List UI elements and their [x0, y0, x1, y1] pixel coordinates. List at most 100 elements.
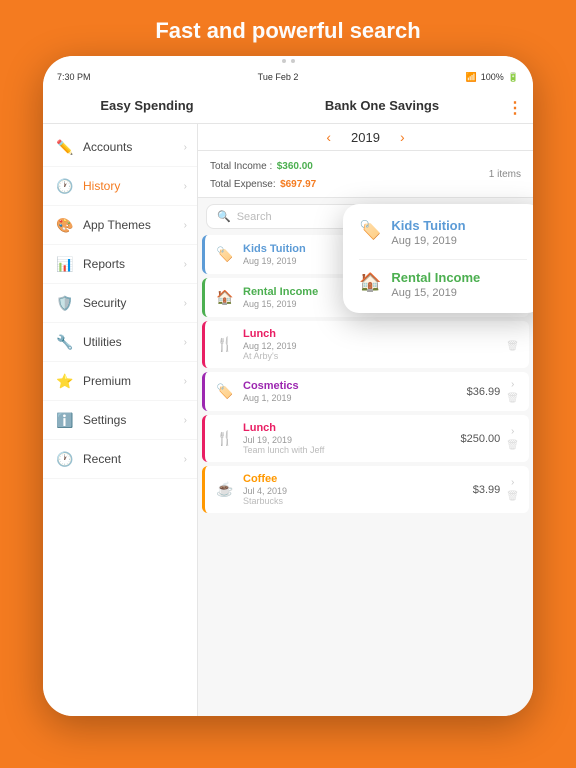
recent-icon: 🕐 — [55, 449, 75, 469]
device-frame: 7:30 PM Tue Feb 2 📶 100% 🔋 Easy Spending… — [43, 56, 533, 716]
coffee-icon: ☕ — [215, 481, 235, 498]
rental-income-icon: 🏠 — [215, 289, 235, 306]
lunch2-amount: $250.00 — [461, 433, 501, 445]
search-placeholder-text: Search — [237, 211, 272, 223]
sidebar-label-security: Security — [83, 296, 184, 310]
security-icon: 🛡️ — [55, 293, 75, 313]
coffee-details: Coffee Jul 4, 2019 Starbucks — [243, 473, 473, 506]
table-row[interactable]: ☕ Coffee Jul 4, 2019 Starbucks $3.99 › 🗑 — [202, 466, 529, 513]
chevron-history-icon: › — [184, 181, 187, 192]
lunch2-sub: Team lunch with Jeff — [243, 445, 461, 455]
tooltip-divider — [359, 259, 527, 260]
sidebar-item-app-themes[interactable]: 🎨 App Themes › — [43, 206, 197, 245]
account-name: Bank One Savings ⋮ — [241, 98, 523, 113]
settings-icon: ℹ️ — [55, 410, 75, 430]
sidebar-item-security[interactable]: 🛡️ Security › — [43, 284, 197, 323]
expense-label: Total Expense: — [210, 179, 276, 190]
sidebar-label-reports: Reports — [83, 257, 184, 271]
app-body: ✏️ Accounts › 🕐 History › 🎨 App Themes ›… — [43, 124, 533, 716]
chevron-right-icon: › — [511, 477, 514, 488]
tooltip-kids-name: Kids Tuition — [391, 218, 465, 233]
battery-icon: 🔋 — [508, 72, 519, 83]
app-header: Easy Spending Bank One Savings ⋮ — [43, 88, 533, 124]
tooltip-kids-date: Aug 19, 2019 — [391, 235, 465, 247]
chevron-premium-icon: › — [184, 376, 187, 387]
cosmetics-amount: $36.99 — [467, 386, 501, 398]
app-name: Easy Spending — [53, 98, 241, 113]
year-nav: ‹ 2019 › — [198, 124, 533, 151]
trash-icon[interactable]: 🗑 — [506, 491, 519, 502]
lunch-icon: 🍴 — [215, 336, 235, 353]
chevron-utilities-icon: › — [184, 337, 187, 348]
coffee-date: Jul 4, 2019 — [243, 486, 473, 496]
cosmetics-icon: 🏷️ — [215, 383, 235, 400]
history-icon: 🕐 — [55, 176, 75, 196]
lunch-actions: 🗑 — [506, 338, 519, 352]
accounts-icon: ✏️ — [55, 137, 75, 157]
tooltip-kids-icon: 🏷️ — [359, 220, 381, 241]
summary-bar: Total Income : $360.00 Total Expense: $6… — [198, 151, 533, 198]
lunch-date: Aug 12, 2019 — [243, 341, 500, 351]
chevron-right-icon: › — [511, 426, 514, 437]
tooltip-rental-name: Rental Income — [391, 270, 480, 285]
sidebar-item-accounts[interactable]: ✏️ Accounts › — [43, 128, 197, 167]
chevron-settings-icon: › — [184, 415, 187, 426]
lunch-details: Lunch Aug 12, 2019 At Arby's — [243, 328, 500, 361]
premium-icon: ⭐ — [55, 371, 75, 391]
chevron-reports-icon: › — [184, 259, 187, 270]
lunch-name: Lunch — [243, 328, 500, 340]
chevron-accounts-icon: › — [184, 142, 187, 153]
table-row[interactable]: 🍴 Lunch Aug 12, 2019 At Arby's 🗑 — [202, 321, 529, 368]
lunch2-icon: 🍴 — [215, 430, 235, 447]
year-label: 2019 — [351, 130, 380, 145]
income-value: $360.00 — [277, 161, 313, 172]
status-bar: 7:30 PM Tue Feb 2 📶 100% 🔋 — [43, 66, 533, 88]
sidebar-item-reports[interactable]: 📊 Reports › — [43, 245, 197, 284]
coffee-name: Coffee — [243, 473, 473, 485]
sidebar-label-recent: Recent — [83, 452, 184, 466]
sidebar-label-app-themes: App Themes — [83, 218, 184, 232]
main-content: ‹ 2019 › Total Income : $360.00 Total Ex… — [198, 124, 533, 716]
trash-icon[interactable]: 🗑 — [506, 440, 519, 451]
coffee-sub: Starbucks — [243, 496, 473, 506]
lunch2-name: Lunch — [243, 422, 461, 434]
sidebar-item-settings[interactable]: ℹ️ Settings › — [43, 401, 197, 440]
prev-year-button[interactable]: ‹ — [326, 129, 331, 145]
chevron-right-icon: › — [511, 379, 514, 390]
trash-icon[interactable]: 🗑 — [506, 341, 519, 352]
lunch2-date: Jul 19, 2019 — [243, 435, 461, 445]
income-label: Total Income : — [210, 161, 272, 172]
status-date: Tue Feb 2 — [258, 72, 299, 82]
next-year-button[interactable]: › — [400, 129, 405, 145]
status-time: 7:30 PM — [57, 72, 91, 82]
utilities-icon: 🔧 — [55, 332, 75, 352]
table-row[interactable]: 🏷️ Cosmetics Aug 1, 2019 $36.99 › 🗑 — [202, 372, 529, 411]
chevron-security-icon: › — [184, 298, 187, 309]
cosmetics-actions: › 🗑 — [506, 379, 519, 404]
lunch-sub: At Arby's — [243, 351, 500, 361]
reports-icon: 📊 — [55, 254, 75, 274]
tooltip-rental-icon: 🏠 — [359, 272, 381, 293]
items-count: 1 items — [489, 169, 521, 180]
app-themes-icon: 🎨 — [55, 215, 75, 235]
cosmetics-date: Aug 1, 2019 — [243, 393, 467, 403]
table-row[interactable]: 🍴 Lunch Jul 19, 2019 Team lunch with Jef… — [202, 415, 529, 462]
cosmetics-name: Cosmetics — [243, 380, 467, 392]
sidebar: ✏️ Accounts › 🕐 History › 🎨 App Themes ›… — [43, 124, 198, 716]
expense-value: $697.97 — [280, 179, 316, 190]
more-dots-icon[interactable]: ⋮ — [507, 98, 523, 118]
trash-icon[interactable]: 🗑 — [506, 393, 519, 404]
tooltip-kids-tuition: 🏷️ Kids Tuition Aug 19, 2019 — [359, 218, 527, 247]
chevron-app-themes-icon: › — [184, 220, 187, 231]
search-icon: 🔍 — [217, 210, 231, 223]
lunch2-details: Lunch Jul 19, 2019 Team lunch with Jeff — [243, 422, 461, 455]
sidebar-item-utilities[interactable]: 🔧 Utilities › — [43, 323, 197, 362]
coffee-amount: $3.99 — [473, 484, 501, 496]
wifi-icon: 📶 — [466, 72, 477, 83]
hero-title: Fast and powerful search — [135, 0, 440, 56]
sidebar-item-premium[interactable]: ⭐ Premium › — [43, 362, 197, 401]
sidebar-item-recent[interactable]: 🕐 Recent › — [43, 440, 197, 479]
camera-notch — [43, 56, 533, 66]
sidebar-item-history[interactable]: 🕐 History › — [43, 167, 197, 206]
sidebar-label-premium: Premium — [83, 374, 184, 388]
